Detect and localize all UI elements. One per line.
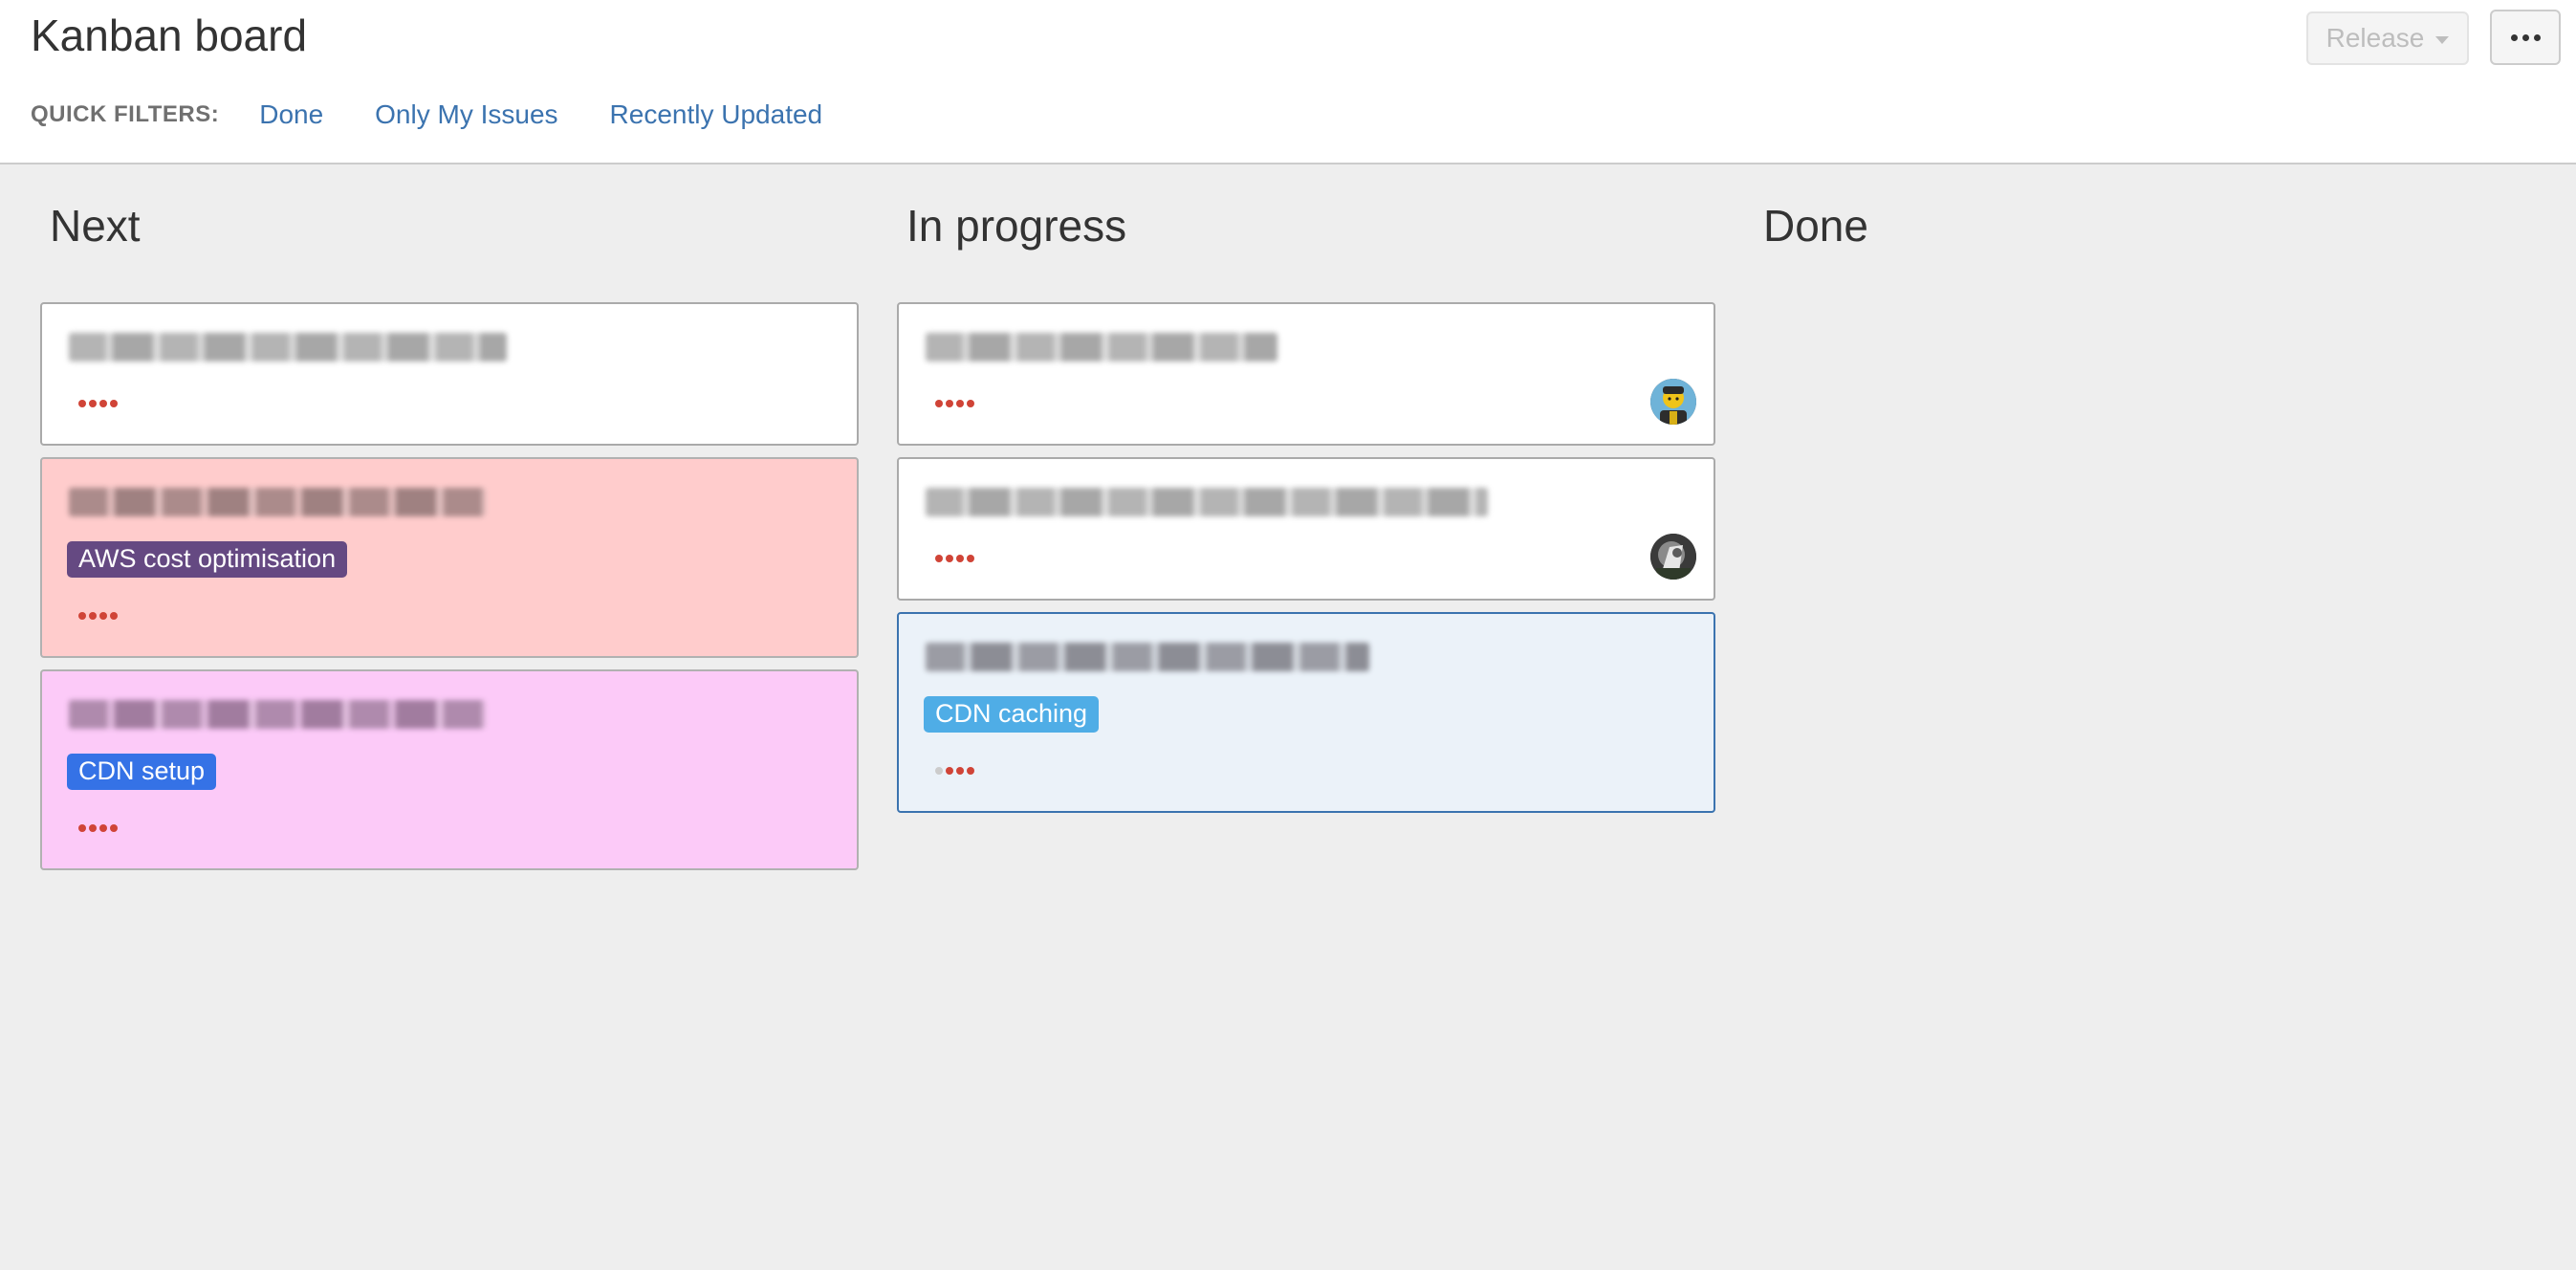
column-next: AWS cost optimisation CDN setup [40,302,859,882]
epic-label: CDN setup [67,754,217,790]
quick-filter-recently-updated[interactable]: Recently Updated [610,99,823,130]
epic-label: AWS cost optimisation [67,541,348,578]
column-title-next: Next [50,201,141,251]
issue-summary-blurred [926,643,1369,671]
chevron-down-icon [2435,36,2450,44]
assignee-avatar[interactable] [1650,534,1696,580]
issue-summary-blurred [926,333,1277,361]
issue-card[interactable]: CDN setup [40,669,859,870]
issue-card[interactable] [40,302,859,446]
quick-filter-done[interactable]: Done [259,99,323,130]
quick-filter-only-my-issues[interactable]: Only My Issues [375,99,557,130]
column-in-progress: CDN caching [897,302,1715,824]
assignee-avatar[interactable] [1650,379,1696,425]
priority-icon [935,400,974,407]
issue-card[interactable] [897,302,1715,446]
issue-card[interactable] [897,457,1715,601]
page-title: Kanban board [31,11,308,60]
issue-summary-blurred [926,488,1488,516]
column-title-in-progress: In progress [906,201,1127,251]
issue-summary-blurred [69,333,507,361]
release-button-label: Release [2325,23,2425,53]
issue-card-selected[interactable]: CDN caching [897,612,1715,813]
priority-icon [78,612,118,620]
column-title-done: Done [1763,201,1868,251]
priority-icon [935,555,974,562]
issue-card[interactable]: AWS cost optimisation [40,457,859,658]
issue-summary-blurred [69,488,486,516]
quick-filters-label: QUICK FILTERS: [31,101,220,127]
epic-label: CDN caching [924,696,1100,733]
more-actions-button[interactable] [2490,10,2561,65]
more-dots-icon [2510,33,2541,41]
quick-filters: QUICK FILTERS: Done Only My Issues Recen… [31,96,874,134]
release-button[interactable]: Release [2306,11,2469,65]
priority-icon [78,400,118,407]
issue-summary-blurred [69,700,486,729]
priority-icon [78,824,118,832]
priority-icon [935,767,974,775]
board-header: Kanban board QUICK FILTERS: Done Only My… [0,0,2576,164]
